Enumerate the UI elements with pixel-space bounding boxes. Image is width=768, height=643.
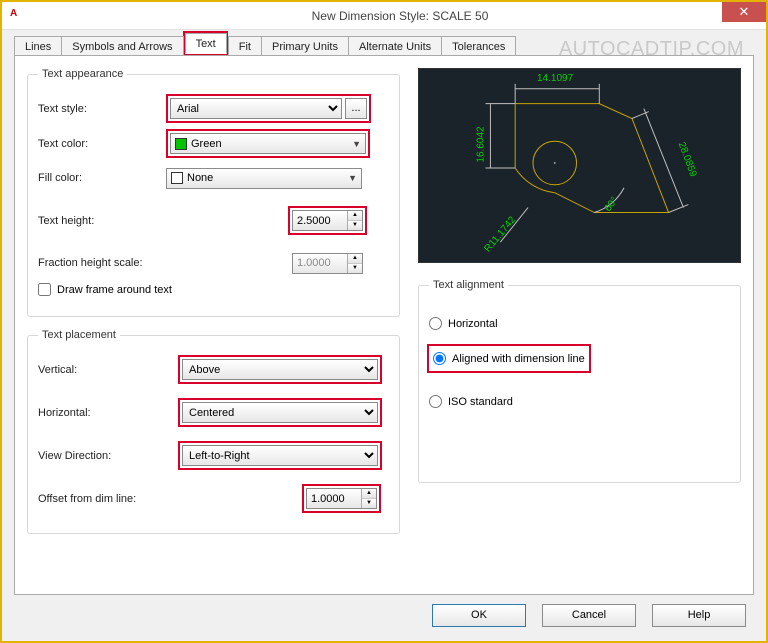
fill-color-select[interactable]: None ▼ — [166, 168, 362, 189]
alignment-iso-label: ISO standard — [448, 396, 513, 408]
preview-dim-left: 16.6042 — [476, 126, 487, 162]
text-appearance-group: Text appearance Text style: Arial ... — [27, 68, 400, 317]
cancel-button[interactable]: Cancel — [542, 604, 636, 627]
alignment-iso-radio[interactable]: ISO standard — [429, 395, 730, 408]
spin-up-icon[interactable]: ▲ — [362, 489, 376, 499]
draw-frame-label: Draw frame around text — [57, 284, 172, 296]
color-swatch-green — [175, 138, 187, 150]
text-placement-group: Text placement Vertical: Above Horizonta… — [27, 329, 400, 534]
tab-symbols[interactable]: Symbols and Arrows — [61, 36, 183, 56]
chevron-down-icon: ▼ — [352, 139, 361, 149]
text-style-label: Text style: — [38, 103, 166, 115]
fraction-height-label: Fraction height scale: — [38, 257, 292, 269]
preview-dim-top: 14.1097 — [537, 73, 573, 84]
view-direction-label: View Direction: — [38, 450, 178, 462]
alignment-aligned-radio[interactable]: Aligned with dimension line — [433, 352, 585, 365]
text-style-select[interactable]: Arial — [170, 98, 342, 119]
offset-input[interactable] — [307, 489, 361, 508]
fill-color-value: None — [187, 172, 213, 184]
draw-frame-checkbox[interactable]: Draw frame around text — [38, 283, 389, 296]
text-placement-legend: Text placement — [38, 329, 120, 341]
spin-up-icon[interactable]: ▲ — [348, 211, 362, 221]
text-color-select[interactable]: Green ▼ — [170, 133, 366, 154]
vertical-label: Vertical: — [38, 364, 178, 376]
fraction-height-spinner: ▲▼ — [292, 253, 363, 274]
spin-down-icon[interactable]: ▼ — [348, 221, 362, 230]
tab-alternate-units[interactable]: Alternate Units — [348, 36, 442, 56]
spin-up-icon: ▲ — [348, 254, 362, 264]
vertical-select[interactable]: Above — [182, 359, 378, 380]
text-alignment-group: Text alignment Horizontal Aligned with d… — [418, 279, 741, 483]
alignment-aligned-label: Aligned with dimension line — [452, 353, 585, 365]
spin-down-icon[interactable]: ▼ — [362, 499, 376, 508]
text-height-label: Text height: — [38, 215, 288, 227]
fraction-height-input — [293, 254, 347, 273]
horizontal-select[interactable]: Centered — [182, 402, 378, 423]
app-icon: A — [10, 8, 26, 24]
text-color-label: Text color: — [38, 138, 166, 150]
fill-color-label: Fill color: — [38, 172, 166, 184]
ok-button[interactable]: OK — [432, 604, 526, 627]
tab-lines[interactable]: Lines — [14, 36, 62, 56]
color-swatch-none — [171, 172, 183, 184]
preview-drawing: 14.1097 16.6042 28.0859 60° R11.1742 — [418, 68, 741, 263]
text-style-browse-button[interactable]: ... — [345, 98, 367, 119]
tab-panel: Text appearance Text style: Arial ... — [14, 55, 754, 595]
offset-spinner[interactable]: ▲▼ — [306, 488, 377, 509]
spin-down-icon: ▼ — [348, 264, 362, 273]
tab-strip: Lines Symbols and Arrows Text Fit Primar… — [14, 32, 754, 56]
close-button[interactable]: ✕ — [722, 2, 766, 22]
text-appearance-legend: Text appearance — [38, 68, 127, 80]
tab-tolerances[interactable]: Tolerances — [441, 36, 516, 56]
text-height-spinner[interactable]: ▲▼ — [292, 210, 363, 231]
alignment-horizontal-label: Horizontal — [448, 318, 498, 330]
chevron-down-icon: ▼ — [348, 173, 357, 183]
text-alignment-legend: Text alignment — [429, 279, 508, 291]
dialog-buttons: OK Cancel Help — [432, 604, 746, 627]
text-height-input[interactable] — [293, 211, 347, 230]
tab-primary-units[interactable]: Primary Units — [261, 36, 349, 56]
draw-frame-input[interactable] — [38, 283, 51, 296]
help-button[interactable]: Help — [652, 604, 746, 627]
alignment-horizontal-radio[interactable]: Horizontal — [429, 317, 730, 330]
horizontal-label: Horizontal: — [38, 407, 178, 419]
window-title: New Dimension Style: SCALE 50 — [34, 9, 766, 23]
titlebar: A New Dimension Style: SCALE 50 ✕ — [2, 2, 766, 30]
offset-label: Offset from dim line: — [38, 493, 302, 505]
tab-text[interactable]: Text — [185, 33, 227, 54]
text-color-value: Green — [191, 138, 222, 150]
tab-fit[interactable]: Fit — [228, 36, 262, 56]
view-direction-select[interactable]: Left-to-Right — [182, 445, 378, 466]
